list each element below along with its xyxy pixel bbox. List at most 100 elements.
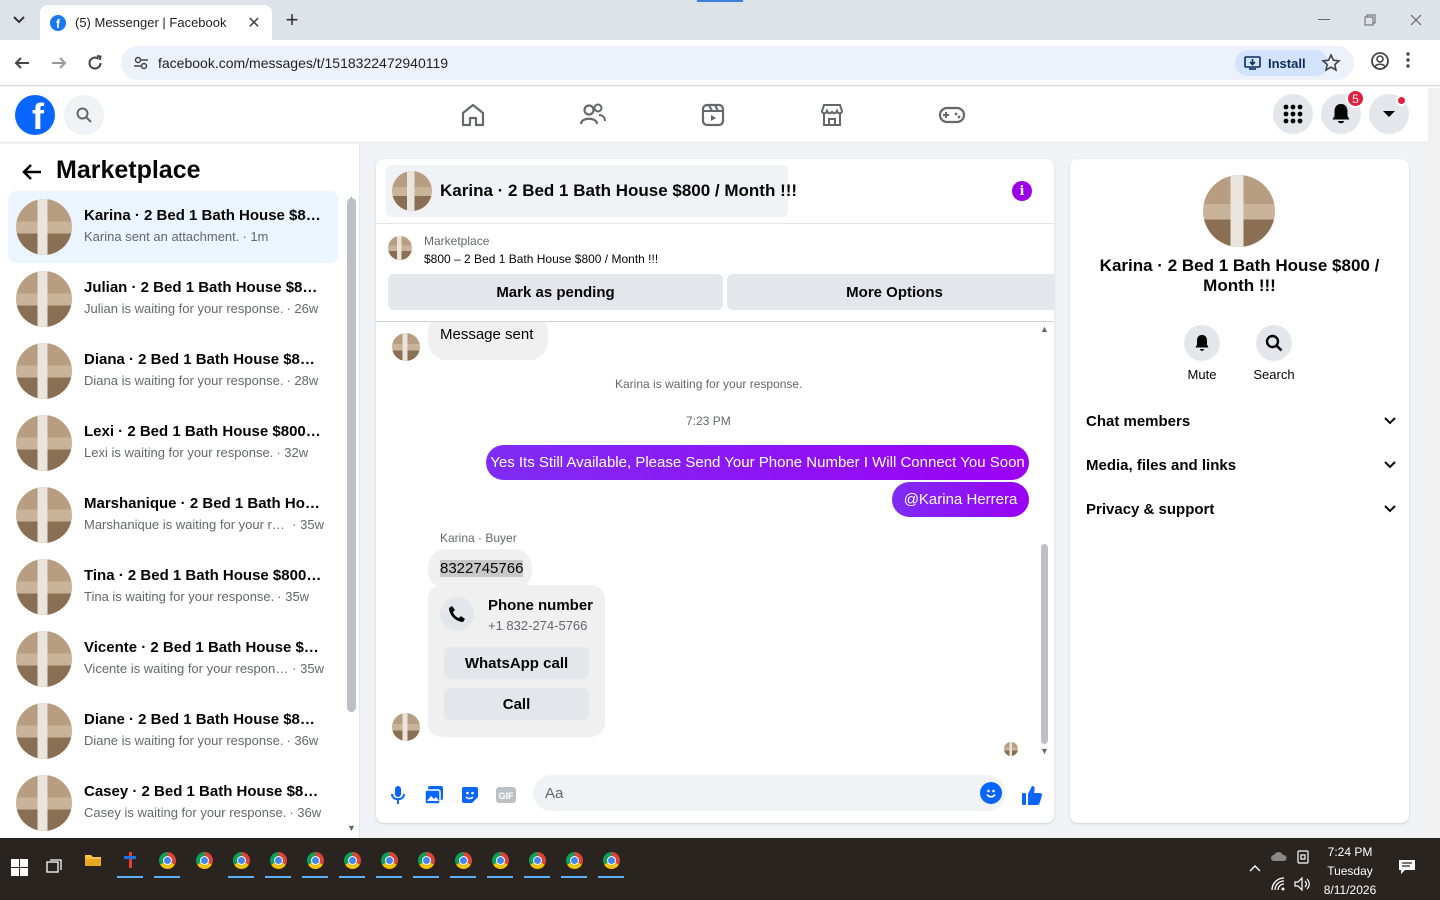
browser-tab-messenger[interactable]: f (5) Messenger | Facebook ✕ (40, 5, 272, 40)
facebook-search-button[interactable] (64, 95, 104, 135)
emoji-icon[interactable] (980, 782, 1002, 804)
tab-search-chevron-icon[interactable] (6, 8, 32, 32)
call-button[interactable]: Call (444, 688, 589, 720)
conversation-item[interactable]: Tina · 2 Bed 1 Bath House $800 / Month !… (8, 551, 338, 623)
notification-badge: 5 (1346, 89, 1365, 108)
page-scrollbar[interactable] (1428, 88, 1440, 838)
more-options-button[interactable]: More Options (727, 274, 1054, 310)
search-action[interactable]: Search (1244, 325, 1304, 382)
app-icon[interactable] (115, 846, 145, 878)
privacy-support-section[interactable]: Privacy & support (1086, 493, 1396, 525)
chrome-icon[interactable] (411, 846, 441, 878)
listing-thumbnail[interactable] (388, 236, 412, 260)
conversation-item[interactable]: Vicente · 2 Bed 1 Bath House $800 / Mont… (8, 623, 338, 695)
clock-day: Tuesday (1327, 864, 1373, 878)
marketplace-icon[interactable] (816, 99, 848, 131)
conversation-item[interactable]: Lexi · 2 Bed 1 Bath House $800 / Month !… (8, 407, 338, 479)
meet-now-icon[interactable] (1288, 843, 1318, 871)
chrome-icon[interactable] (263, 846, 293, 878)
chat-members-section[interactable]: Chat members (1086, 405, 1396, 437)
chrome-icon[interactable] (374, 846, 404, 878)
notification-center-icon[interactable] (1392, 853, 1422, 881)
message-bubble-incoming[interactable]: 8322745766 (428, 549, 532, 589)
chrome-icon[interactable] (596, 846, 626, 878)
site-info-icon[interactable] (133, 55, 149, 71)
message-composer: GIF (376, 765, 1054, 823)
svg-text:GIF: GIF (499, 791, 515, 801)
close-window-icon[interactable] (1404, 8, 1428, 32)
conversation-name: Casey · 2 Bed 1 Bath House $800 / Month … (84, 783, 322, 800)
message-bubble-outgoing[interactable]: @Karina Herrera (892, 482, 1029, 517)
bell-icon (1332, 104, 1350, 124)
profile-icon[interactable] (1370, 51, 1390, 76)
microphone-icon[interactable] (386, 783, 410, 807)
conversation-avatar[interactable] (1203, 175, 1275, 247)
chrome-icon[interactable] (337, 846, 367, 878)
close-tab-icon[interactable]: ✕ (246, 13, 262, 33)
sticker-icon[interactable] (458, 783, 482, 807)
scroll-up-arrow-icon[interactable]: ▲ (1040, 324, 1049, 334)
chrome-icon[interactable] (300, 846, 330, 878)
listing-title[interactable]: $800 – 2 Bed 1 Bath House $800 / Month !… (424, 252, 658, 266)
conversation-item[interactable]: Marshanique · 2 Bed 1 Bath House $800 / … (8, 479, 338, 551)
back-arrow-icon[interactable] (20, 160, 44, 184)
conversation-time: · 1m (242, 229, 269, 244)
phone-number-text[interactable]: 8322745766 (440, 560, 524, 577)
thumbs-up-icon[interactable] (1020, 783, 1044, 807)
facebook-logo-icon[interactable]: f (15, 95, 55, 135)
volume-icon[interactable] (1288, 870, 1318, 898)
clock-date: 8/11/2026 (1323, 883, 1377, 897)
conversation-time: · 36w (286, 733, 319, 748)
restore-icon[interactable] (1358, 8, 1382, 32)
photo-icon[interactable] (422, 783, 446, 807)
conversation-preview-row: Tina is waiting for your response. · 35w (84, 589, 324, 604)
message-bubble-outgoing[interactable]: Yes Its Still Available, Please Send You… (486, 445, 1029, 480)
address-bar[interactable]: facebook.com/messages/t/1518322472940119… (121, 46, 1354, 80)
chrome-icon[interactable] (448, 846, 478, 878)
media-files-links-section[interactable]: Media, files and links (1086, 449, 1396, 481)
file-explorer-icon[interactable] (78, 846, 108, 874)
chrome-icon[interactable] (559, 846, 589, 878)
bookmark-star-icon[interactable] (1321, 53, 1341, 73)
new-tab-icon[interactable]: + (280, 7, 304, 32)
chat-header[interactable]: Karina · 2 Bed 1 Bath House $800 / Month… (386, 165, 797, 217)
friends-icon[interactable] (577, 99, 609, 131)
reload-icon[interactable] (83, 51, 107, 75)
task-view-icon[interactable] (40, 853, 70, 881)
scroll-down-arrow-icon[interactable]: ▼ (347, 823, 356, 833)
scroll-down-arrow-icon[interactable]: ▼ (1040, 746, 1049, 756)
home-icon[interactable] (457, 99, 489, 131)
message-bubble-incoming[interactable]: Message sent (428, 322, 548, 360)
windows-start-icon[interactable] (4, 853, 34, 881)
menu-grid-button[interactable] (1273, 94, 1313, 134)
browser-menu-icon[interactable] (1406, 51, 1410, 74)
message-input[interactable] (545, 775, 965, 811)
chrome-icon[interactable] (152, 846, 182, 878)
system-clock[interactable]: 7:24 PM Tuesday 8/11/2026 (1316, 843, 1384, 900)
phone-icon (440, 597, 474, 631)
conversation-item[interactable]: Diana · 2 Bed 1 Bath House $800 / Month … (8, 335, 338, 407)
gif-icon[interactable]: GIF (494, 783, 518, 807)
sidebar-scrollbar[interactable] (347, 198, 356, 712)
install-app-button[interactable]: Install (1235, 50, 1328, 76)
info-icon[interactable]: i (1012, 181, 1032, 201)
message-input-box[interactable] (533, 775, 1005, 811)
gaming-icon[interactable] (936, 99, 968, 131)
forward-icon[interactable] (47, 51, 71, 75)
back-icon[interactable] (10, 51, 34, 75)
whatsapp-call-button[interactable]: WhatsApp call (444, 647, 589, 679)
thread-scrollbar[interactable] (1041, 544, 1048, 744)
mark-as-pending-button[interactable]: Mark as pending (388, 274, 723, 310)
url-text[interactable]: facebook.com/messages/t/1518322472940119 (158, 55, 448, 71)
video-icon[interactable] (697, 99, 729, 131)
minimize-icon[interactable] (1312, 8, 1336, 32)
chrome-icon[interactable] (485, 846, 515, 878)
conversation-item[interactable]: Diane · 2 Bed 1 Bath House $800 / Month … (8, 695, 338, 767)
chrome-icon[interactable] (522, 846, 552, 878)
conversation-item[interactable]: Karina · 2 Bed 1 Bath House $800 / Month… (8, 191, 338, 263)
conversation-item[interactable]: Julian · 2 Bed 1 Bath House $800 / Month… (8, 263, 338, 335)
mute-action[interactable]: Mute (1172, 325, 1232, 382)
chrome-icon[interactable] (189, 846, 219, 874)
conversation-item[interactable]: Casey · 2 Bed 1 Bath House $800 / Month … (8, 767, 338, 839)
chrome-icon[interactable] (226, 846, 256, 878)
